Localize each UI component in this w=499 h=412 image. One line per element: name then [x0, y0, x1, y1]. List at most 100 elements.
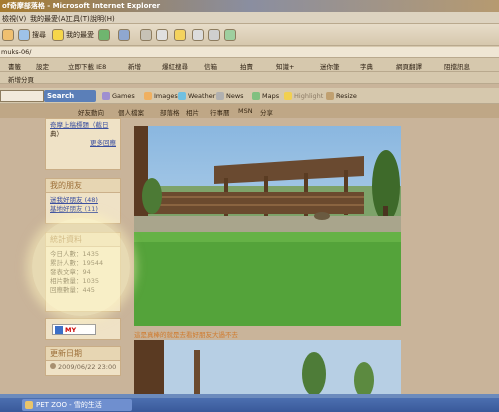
- link-mini-note[interactable]: 迷你筆: [320, 61, 340, 71]
- badge-widget: MY: [45, 318, 121, 340]
- toolbar-search-input[interactable]: [0, 90, 44, 102]
- favorites-button[interactable]: 我的最愛: [52, 28, 94, 42]
- search-maps[interactable]: Maps: [252, 92, 279, 100]
- link-bookmarks[interactable]: 書籤: [8, 61, 21, 71]
- link-block-msg[interactable]: 阻擋訊息: [444, 61, 470, 71]
- print-icon: [140, 29, 152, 41]
- link-auction[interactable]: 拍賣: [240, 61, 253, 71]
- badge-label: MY: [65, 326, 77, 334]
- friends-item[interactable]: 迷我好朋友 (48): [46, 193, 120, 205]
- tabs-toolbar: 新增分頁: [0, 72, 499, 84]
- search-resize[interactable]: Resize: [326, 92, 357, 100]
- comment-line-2: 典）: [50, 130, 63, 138]
- highlight-icon: [284, 92, 292, 100]
- weather-icon: [178, 92, 186, 100]
- search-weather[interactable]: Weather: [178, 92, 215, 100]
- link-new[interactable]: 新增: [128, 61, 141, 71]
- menu-tools[interactable]: 工具(T): [66, 14, 90, 24]
- taskbar: PET ZOO - 雪的生活: [0, 398, 499, 412]
- news-label: News: [226, 92, 244, 100]
- search-news[interactable]: News: [216, 92, 244, 100]
- note-icon: [174, 29, 186, 41]
- post-photo[interactable]: [134, 126, 401, 326]
- maps-label: Maps: [262, 92, 280, 100]
- games-icon: [102, 92, 110, 100]
- post-photo-2[interactable]: [134, 340, 401, 394]
- comments-widget: 奇摩上稿標題（截日 典） 更多回應: [45, 118, 121, 170]
- print-button[interactable]: [140, 28, 152, 42]
- friends-title: 我的朋友: [46, 179, 120, 193]
- park-photo-image: [134, 126, 401, 326]
- edit-icon: [156, 29, 168, 41]
- more-comments-link[interactable]: 更多回應: [46, 139, 120, 148]
- menu-view[interactable]: 檢視(V): [2, 14, 26, 24]
- messenger-button[interactable]: [174, 28, 186, 42]
- photo-caption: 這是真棒的就是去看好朋友大過不去: [134, 331, 238, 339]
- friends-widget: 我的朋友 迷我好朋友 (48) 基地好朋友 (11): [45, 178, 121, 224]
- star-icon: [52, 29, 64, 41]
- images-label: Images: [154, 92, 178, 100]
- nav-profile[interactable]: 個人檔案: [118, 107, 144, 117]
- menu-favorites[interactable]: 我的最愛(A): [30, 14, 68, 24]
- nav-friends[interactable]: 好友動向: [78, 107, 104, 117]
- clock-icon: [50, 363, 56, 369]
- my-yahoo-badge[interactable]: MY: [52, 324, 96, 335]
- menu-help[interactable]: 說明(H): [90, 14, 115, 24]
- ie-icon: [25, 401, 33, 409]
- search-icon: [18, 29, 30, 41]
- plus-icon: [55, 326, 63, 334]
- toolbar-search-button[interactable]: Search: [44, 90, 96, 102]
- links-toolbar: 書籤 設定 立即下載 IE8 新增 爆紅搜尋 信箱 拍賣 知識+ 迷你筆 字典 …: [0, 58, 499, 72]
- menu-bar: 檢視(V) 我的最愛(A) 工具(T) 說明(H): [0, 12, 499, 24]
- mail-button[interactable]: [118, 28, 130, 42]
- images-icon: [144, 92, 152, 100]
- blog-nav: 好友動向 個人檔案 部落格 相片 行事曆 MSN 分享: [0, 104, 499, 118]
- search-images[interactable]: Images: [144, 92, 178, 100]
- taskbar-button-label: PET ZOO - 雪的生活: [36, 401, 102, 409]
- nav-msn[interactable]: MSN: [238, 107, 253, 115]
- updated-widget: 更新日期 2009/06/22 23:00: [45, 346, 121, 376]
- research-button[interactable]: [192, 28, 204, 42]
- discuss-button[interactable]: [208, 28, 220, 42]
- search-button[interactable]: 搜尋: [18, 28, 46, 42]
- tools-button[interactable]: [224, 28, 236, 42]
- stat-photos: 相片數量：1035: [50, 277, 100, 285]
- link-translate[interactable]: 網頁翻譯: [396, 61, 422, 71]
- resize-label: Resize: [336, 92, 357, 100]
- address-field[interactable]: muks-06/: [0, 47, 499, 57]
- search-games[interactable]: Games: [102, 92, 135, 100]
- stat-posts: 發表文章：94: [50, 268, 91, 276]
- nav-blog[interactable]: 部落格: [160, 107, 180, 117]
- history-icon: [98, 29, 110, 41]
- comment-link[interactable]: 奇摩上稿標題（截日: [50, 121, 109, 129]
- link-settings[interactable]: 設定: [36, 61, 49, 71]
- updated-value: 2009/06/22 23:00: [46, 361, 120, 372]
- home-button[interactable]: [2, 28, 14, 42]
- nav-calendar[interactable]: 行事曆: [210, 107, 230, 117]
- right-column: [404, 118, 499, 394]
- friends-item[interactable]: 基地好朋友 (11): [46, 205, 120, 214]
- tools-icon: [224, 29, 236, 41]
- link-knowledge[interactable]: 知識+: [276, 61, 294, 71]
- taskbar-window-button[interactable]: PET ZOO - 雪的生活: [22, 399, 132, 411]
- friend-group-link[interactable]: 迷我好朋友 (48): [50, 196, 98, 204]
- search-highlight[interactable]: Highlight: [284, 92, 323, 100]
- link-hot-search[interactable]: 爆紅搜尋: [162, 61, 188, 71]
- edit-button[interactable]: [156, 28, 168, 42]
- sidebar: 奇摩上稿標題（截日 典） 更多回應 我的朋友 迷我好朋友 (48) 基地好朋友 …: [40, 118, 124, 394]
- favorites-label: 我的最愛: [66, 31, 94, 39]
- history-button[interactable]: [98, 28, 110, 42]
- stat-total: 累計人數：19544: [50, 259, 104, 267]
- comment-line-1[interactable]: 奇摩上稿標題（截日: [46, 119, 120, 130]
- friend-group-link[interactable]: 基地好朋友 (11): [50, 205, 98, 213]
- blog-page: 好友動向 個人檔案 部落格 相片 行事曆 MSN 分享 奇摩上稿標題（截日 典）…: [0, 104, 499, 394]
- more-comments-label[interactable]: 更多回應: [90, 139, 116, 147]
- mail-icon: [118, 29, 130, 41]
- link-dictionary[interactable]: 字典: [360, 61, 373, 71]
- nav-share[interactable]: 分享: [260, 107, 273, 117]
- window-title: of奇摩部落格 - Microsoft Internet Explorer: [2, 2, 161, 10]
- link-ie8[interactable]: 立即下載 IE8: [68, 61, 106, 71]
- link-mail[interactable]: 信箱: [204, 61, 217, 71]
- nav-photos[interactable]: 相片: [186, 107, 199, 117]
- new-tab-button[interactable]: 新增分頁: [8, 74, 34, 84]
